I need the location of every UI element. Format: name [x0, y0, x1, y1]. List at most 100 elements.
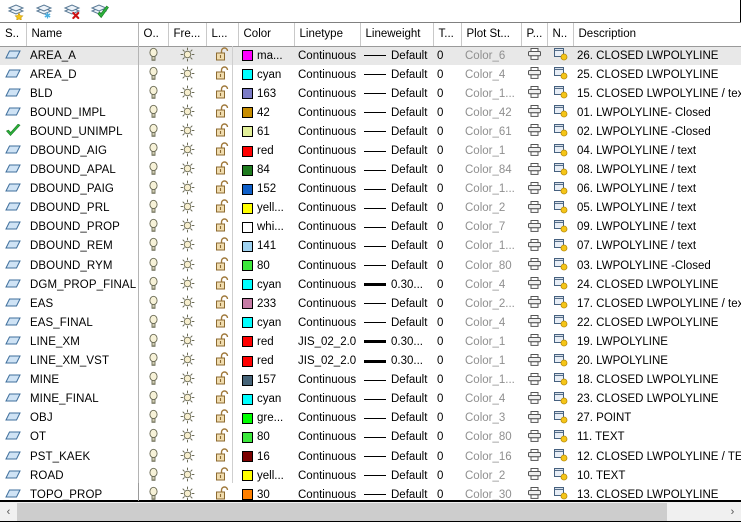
cell-freeze[interactable] [168, 466, 206, 485]
cell-color[interactable]: 152 [238, 180, 294, 199]
layer-unlocked-icon[interactable] [215, 218, 230, 236]
cell-lock[interactable] [206, 466, 238, 485]
cell-transparency[interactable]: 0 [433, 409, 461, 428]
new-viewport-icon[interactable] [553, 487, 568, 500]
cell-new-vp-freeze[interactable] [547, 161, 573, 180]
column-header-plot[interactable]: P... [521, 23, 548, 47]
table-row[interactable]: DBOUND_PRL yell... Continuous Default 0 Color… [0, 199, 741, 218]
new-layer-icon[interactable] [4, 1, 28, 21]
new-viewport-icon[interactable] [553, 353, 568, 370]
cell-linetype[interactable]: Continuous [294, 371, 360, 390]
cell-layer-name[interactable]: DBOUND_RYM [26, 256, 138, 275]
layer-on-bulb-icon[interactable] [147, 276, 160, 294]
new-viewport-icon[interactable] [553, 315, 568, 331]
layer-on-bulb-icon[interactable] [147, 104, 160, 122]
column-header-newvp[interactable]: N.. [547, 23, 574, 47]
cell-status[interactable] [0, 256, 26, 275]
cell-transparency[interactable]: 0 [433, 447, 461, 466]
cell-description[interactable]: 10. TEXT [573, 466, 741, 485]
cell-description[interactable]: 12. CLOSED LWPOLYLINE / TEXT [573, 447, 741, 466]
layer-on-bulb-icon[interactable] [147, 352, 160, 370]
layer-thaw-sun-icon[interactable] [179, 104, 196, 122]
layer-unlocked-icon[interactable] [215, 333, 230, 351]
cell-lock[interactable] [206, 390, 238, 409]
layer-on-bulb-icon[interactable] [147, 391, 160, 408]
cell-freeze[interactable] [168, 256, 206, 275]
cell-transparency[interactable]: 0 [433, 141, 461, 160]
layer-unlocked-icon[interactable] [215, 486, 230, 500]
layer-thaw-sun-icon[interactable] [179, 467, 196, 485]
layer-thaw-sun-icon[interactable] [179, 218, 196, 236]
cell-layer-name[interactable]: DBOUND_AIG [26, 141, 138, 160]
layer-plot-printer-icon[interactable] [527, 315, 542, 331]
cell-plot[interactable] [521, 428, 547, 447]
layer-on-bulb-icon[interactable] [147, 429, 160, 446]
cell-transparency[interactable]: 0 [433, 180, 461, 199]
cell-on[interactable] [138, 275, 168, 294]
layer-plot-printer-icon[interactable] [527, 67, 542, 83]
cell-plot[interactable] [521, 313, 547, 332]
cell-description[interactable]: 11. TEXT [573, 428, 741, 447]
layer-plot-printer-icon[interactable] [527, 449, 542, 465]
cell-description[interactable]: 01. LWPOLYLINE- Closed [573, 103, 741, 122]
cell-freeze[interactable] [168, 237, 206, 256]
cell-lock[interactable] [206, 199, 238, 218]
table-row[interactable]: DBOUND_AIG red Continuous Default 0 Color_1 04… [0, 141, 741, 160]
cell-transparency[interactable]: 0 [433, 294, 461, 313]
cell-status[interactable] [0, 275, 26, 294]
table-row[interactable]: BOUND_UNIMPL 61 Continuous Default 0 Color_61… [0, 122, 741, 141]
cell-lock[interactable] [206, 161, 238, 180]
cell-description[interactable]: 02. LWPOLYLINE -Closed [573, 122, 741, 141]
layer-plot-printer-icon[interactable] [527, 238, 542, 255]
layer-thaw-sun-icon[interactable] [179, 257, 196, 275]
new-viewport-icon[interactable] [553, 296, 568, 312]
layer-on-bulb-icon[interactable] [147, 123, 160, 141]
cell-lock[interactable] [206, 371, 238, 390]
cell-transparency[interactable]: 0 [433, 485, 461, 500]
cell-freeze[interactable] [168, 409, 206, 428]
cell-color[interactable]: red [238, 352, 294, 371]
cell-layer-name[interactable]: EAS_FINAL [26, 313, 138, 332]
cell-transparency[interactable]: 0 [433, 332, 461, 351]
cell-freeze[interactable] [168, 294, 206, 313]
table-row[interactable]: AREA_A ma... Continuous Default 0 Color_6 26. … [0, 46, 741, 66]
cell-linetype[interactable]: Continuous [294, 275, 360, 294]
cell-layer-name[interactable]: EAS [26, 294, 138, 313]
cell-transparency[interactable]: 0 [433, 466, 461, 485]
cell-status[interactable] [0, 103, 26, 122]
cell-plot[interactable] [521, 294, 547, 313]
new-viewport-icon[interactable] [553, 391, 568, 408]
cell-color[interactable]: ma... [238, 46, 294, 66]
cell-plot[interactable] [521, 122, 547, 141]
cell-lock[interactable] [206, 275, 238, 294]
cell-on[interactable] [138, 103, 168, 122]
cell-freeze[interactable] [168, 180, 206, 199]
cell-new-vp-freeze[interactable] [547, 466, 573, 485]
cell-layer-name[interactable]: MINE_FINAL [26, 390, 138, 409]
layer-on-bulb-icon[interactable] [147, 371, 160, 389]
cell-color[interactable]: cyan [238, 390, 294, 409]
cell-color[interactable]: cyan [238, 65, 294, 84]
cell-plot[interactable] [521, 65, 547, 84]
layer-plot-printer-icon[interactable] [527, 200, 542, 217]
scroll-right-arrow-icon[interactable]: › [724, 502, 741, 521]
cell-status[interactable] [0, 313, 26, 332]
table-row[interactable]: EAS 233 Continuous Default 0 Color_2... 17. CL… [0, 294, 741, 313]
cell-new-vp-freeze[interactable] [547, 256, 573, 275]
cell-layer-name[interactable]: PST_KAEK [26, 447, 138, 466]
scrollbar-thumb[interactable] [17, 502, 668, 521]
cell-lineweight[interactable]: Default [360, 65, 433, 84]
cell-linetype[interactable]: Continuous [294, 65, 360, 84]
cell-freeze[interactable] [168, 199, 206, 218]
cell-status[interactable] [0, 294, 26, 313]
cell-plot[interactable] [521, 275, 547, 294]
cell-description[interactable]: 07. LWPOLYLINE / text [573, 237, 741, 256]
cell-new-vp-freeze[interactable] [547, 332, 573, 351]
column-header-linetype[interactable]: Linetype [294, 23, 361, 47]
cell-description[interactable]: 15. CLOSED LWPOLYLINE / text [573, 84, 741, 103]
layer-on-bulb-icon[interactable] [147, 238, 160, 255]
cell-new-vp-freeze[interactable] [547, 390, 573, 409]
layer-thaw-sun-icon[interactable] [179, 428, 196, 446]
cell-lineweight[interactable]: Default [360, 371, 433, 390]
cell-new-vp-freeze[interactable] [547, 180, 573, 199]
